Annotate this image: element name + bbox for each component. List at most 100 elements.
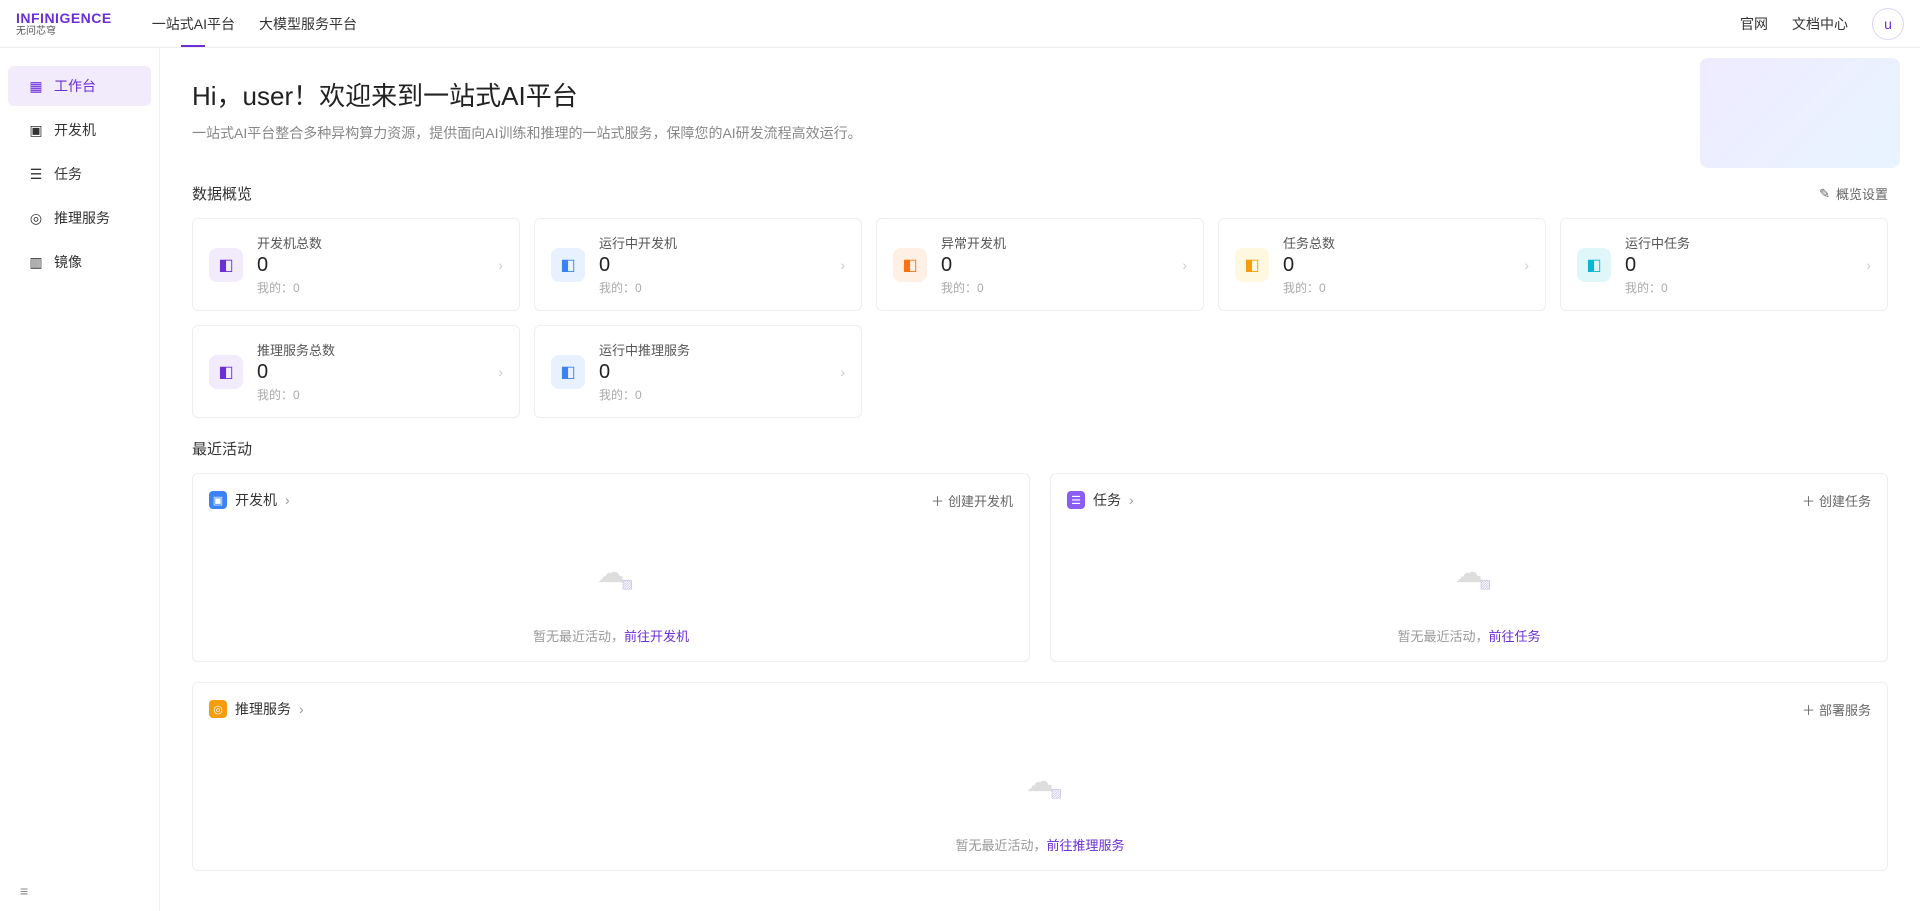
plus-icon: ＋ [1802, 700, 1815, 719]
chevron-right-icon: › [1866, 257, 1871, 273]
empty-state: ☁ [1067, 522, 1871, 622]
header-right: 官网 文档中心 u [1740, 8, 1904, 40]
recent-section: 最近活动 ▣开发机›＋创建开发机☁暂无最近活动，前往开发机☰任务›＋创建任务☁暂… [160, 438, 1920, 871]
link-docs[interactable]: 文档中心 [1792, 14, 1848, 34]
terminal-icon: ▣ [28, 122, 44, 138]
chevron-right-icon: › [299, 701, 304, 717]
stats-row-2: ◧ 推理服务总数 0 我的：0 ›◧ 运行中推理服务 0 我的：0 › [192, 325, 1888, 418]
main-content: Hi，user！欢迎来到一站式AI平台 一站式AI平台整合多种异构算力资源，提供… [160, 48, 1920, 911]
sidebar-item-tasks[interactable]: ☰ 任务 [8, 154, 151, 194]
stat-card-label: 运行中推理服务 [599, 340, 826, 359]
sidebar-item-label: 工作台 [54, 76, 96, 96]
brand-bottom: 无问芯穹 [16, 27, 112, 37]
stat-card-0[interactable]: ◧ 开发机总数 0 我的：0 › [192, 218, 520, 311]
stat-card-label: 推理服务总数 [257, 340, 484, 359]
stat-card-3[interactable]: ◧任务总数0我的：0› [1218, 218, 1546, 311]
stat-card-sub: 我的：0 [599, 279, 826, 296]
activity-create-button[interactable]: ＋创建任务 [1802, 491, 1871, 510]
page-subtitle: 一站式AI平台整合多种异构算力资源，提供面向AI训练和推理的一站式服务，保障您的… [192, 123, 1888, 143]
stat-card-value: 0 [599, 361, 826, 384]
stat-card-sub: 我的：0 [1283, 279, 1510, 296]
stat-card-sub: 我的：0 [257, 386, 484, 403]
stat-card-value: 0 [257, 254, 484, 277]
activity-icon: ☰ [1067, 491, 1085, 509]
sidebar-item-label: 镜像 [54, 252, 82, 272]
stat-card-icon: ◧ [1235, 248, 1269, 282]
activity-icon: ▣ [209, 491, 227, 509]
tab-large-model[interactable]: 大模型服务平台 [259, 0, 357, 47]
activity-card-2: ◎推理服务›＋部署服务☁暂无最近活动，前往推理服务 [192, 682, 1888, 871]
activity-goto-link[interactable]: 前往开发机 [624, 629, 689, 644]
chevron-right-icon: › [1182, 257, 1187, 273]
overview-title: 数据概览 [192, 183, 252, 204]
activity-title-link[interactable]: ◎ 推理服务 › [209, 699, 304, 719]
activity-create-button[interactable]: ＋部署服务 [1802, 700, 1871, 719]
sidebar-item-inference[interactable]: ◎ 推理服务 [8, 198, 151, 238]
empty-illustration-icon: ☁ [1455, 556, 1483, 589]
activity-goto-link[interactable]: 前往推理服务 [1047, 838, 1125, 853]
sidebar-item-label: 推理服务 [54, 208, 110, 228]
link-official-site[interactable]: 官网 [1740, 14, 1768, 34]
stat-card-icon: ◧ [1577, 248, 1611, 282]
stat-card-value: 0 [941, 254, 1168, 277]
stat-card-icon: ◧ [209, 248, 243, 282]
stat-card-sub: 我的：0 [257, 279, 484, 296]
stat-card-1[interactable]: ◧ 运行中开发机 0 我的：0 › [534, 218, 862, 311]
stat-card-icon: ◧ [893, 248, 927, 282]
top-header: INFINIGENCE 无问芯穹 一站式AI平台 大模型服务平台 官网 文档中心… [0, 0, 1920, 48]
activity-icon: ◎ [209, 700, 227, 718]
overview-settings-button[interactable]: ✎ 概览设置 [1819, 184, 1888, 203]
stat-card-icon: ◧ [209, 355, 243, 389]
stat-card-value: 0 [257, 361, 484, 384]
plus-icon: ＋ [931, 491, 944, 510]
sidebar: ▦ 工作台 ▣ 开发机 ☰ 任务 ◎ 推理服务 ▥ 镜像 ≡ [0, 48, 160, 911]
activity-title: 任务 [1093, 490, 1121, 510]
stat-card-6[interactable]: ◧ 运行中推理服务 0 我的：0 › [534, 325, 862, 418]
plus-icon: ＋ [1802, 491, 1815, 510]
chevron-right-icon: › [840, 364, 845, 380]
stat-card-2[interactable]: ◧异常开发机0我的：0› [876, 218, 1204, 311]
chevron-right-icon: › [1129, 492, 1134, 508]
empty-text: 暂无最近活动，前往开发机 [209, 626, 1013, 645]
sidebar-item-dev-machine[interactable]: ▣ 开发机 [8, 110, 151, 150]
sidebar-item-workbench[interactable]: ▦ 工作台 [8, 66, 151, 106]
activity-goto-link[interactable]: 前往任务 [1489, 629, 1541, 644]
stat-card-5[interactable]: ◧推理服务总数0我的：0› [192, 325, 520, 418]
brand-top: INFINIGENCE [16, 11, 112, 25]
activity-title: 开发机 [235, 490, 277, 510]
stat-card-label: 开发机总数 [257, 233, 484, 252]
chevron-right-icon: › [285, 492, 290, 508]
brand-logo[interactable]: INFINIGENCE 无问芯穹 [16, 11, 112, 37]
sidebar-item-images[interactable]: ▥ 镜像 [8, 242, 151, 282]
stat-card-label: 运行中任务 [1625, 233, 1852, 252]
empty-illustration-icon: ☁ [1026, 765, 1054, 798]
chevron-right-icon: › [498, 257, 503, 273]
activity-title-link[interactable]: ☰ 任务 › [1067, 490, 1134, 510]
chevron-right-icon: › [1524, 257, 1529, 273]
stat-card-icon: ◧ [551, 248, 585, 282]
image-icon: ▥ [28, 254, 44, 270]
activity-title-link[interactable]: ▣ 开发机 › [209, 490, 290, 510]
stat-card-value: 0 [1625, 254, 1852, 277]
activity-grid: ▣开发机›＋创建开发机☁暂无最近活动，前往开发机☰任务›＋创建任务☁暂无最近活动… [192, 473, 1888, 871]
overview-section: 数据概览 ✎ 概览设置 ◧开发机总数0我的：0›◧运行中开发机0我的：0›◧异常… [160, 183, 1920, 418]
activity-card-1: ☰任务›＋创建任务☁暂无最近活动，前往任务 [1050, 473, 1888, 662]
avatar[interactable]: u [1872, 8, 1904, 40]
stat-card-sub: 我的：0 [941, 279, 1168, 296]
stat-card-sub: 我的：0 [599, 386, 826, 403]
stat-card-value: 0 [599, 254, 826, 277]
empty-state: ☁ [209, 522, 1013, 622]
stat-card-icon: ◧ [551, 355, 585, 389]
sidebar-item-label: 任务 [54, 164, 82, 184]
edit-icon: ✎ [1819, 186, 1830, 202]
stat-card-4[interactable]: ◧运行中任务0我的：0› [1560, 218, 1888, 311]
chevron-right-icon: › [840, 257, 845, 273]
stat-card-label: 运行中开发机 [599, 233, 826, 252]
tab-ai-platform[interactable]: 一站式AI平台 [152, 0, 235, 47]
sidebar-collapse-button[interactable]: ≡ [0, 871, 159, 911]
menu-icon: ≡ [20, 883, 28, 899]
activity-create-button[interactable]: ＋创建开发机 [931, 491, 1013, 510]
activity-title: 推理服务 [235, 699, 291, 719]
top-tabs: 一站式AI平台 大模型服务平台 [152, 0, 357, 47]
hero-banner: Hi，user！欢迎来到一站式AI平台 一站式AI平台整合多种异构算力资源，提供… [160, 48, 1920, 163]
